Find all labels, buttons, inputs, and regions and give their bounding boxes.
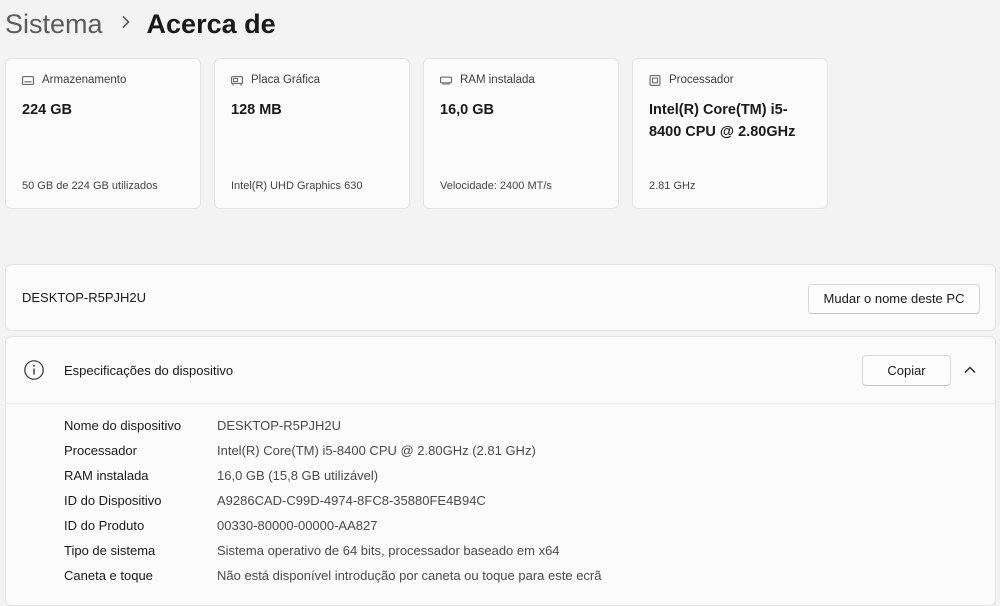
page-title: Acerca de [146,8,276,39]
spec-row-system-type: Tipo de sistema Sistema operativo de 64 … [64,538,601,563]
card-value: 224 GB [22,102,72,118]
rename-pc-button[interactable]: Mudar o nome deste PC [808,284,980,314]
spec-row-pen-touch: Caneta e toque Não está disponível intro… [64,563,601,588]
spec-row-product-id: ID do Produto 00330-80000-00000-AA827 [64,513,601,538]
spec-label: Nome do dispositivo [64,418,182,433]
spec-value: A9286CAD-C99D-4974-8FC8-35880FE4B94C [217,493,486,508]
spec-label: ID do Produto [64,518,145,533]
spec-list: Nome do dispositivo DESKTOP-R5PJH2U Proc… [64,413,601,588]
spec-row-ram: RAM instalada 16,0 GB (15,8 GB utilizáve… [64,463,601,488]
spec-value: Não está disponível introdução por canet… [217,568,602,583]
card-title: Placa Gráfica [251,74,321,86]
summary-cards: Armazenamento 224 GB 50 GB de 224 GB uti… [5,58,828,209]
spec-label: Tipo de sistema [64,543,156,558]
card-subtitle: 2.81 GHz [649,180,696,192]
chevron-right-icon [121,13,131,34]
processor-card: Processador Intel(R) Core(TM) i5-8400 CP… [632,58,828,209]
card-title: Armazenamento [42,74,127,86]
card-title: Processador [669,74,734,86]
device-specifications-header[interactable]: Especificações do dispositivo Copiar [6,337,995,404]
spec-row-device-name: Nome do dispositivo DESKTOP-R5PJH2U [64,413,601,438]
spec-value: Sistema operativo de 64 bits, processado… [217,543,560,558]
spec-label: RAM instalada [64,468,149,483]
breadcrumb: Sistema Acerca de [5,4,276,44]
pc-name: DESKTOP-R5PJH2U [22,290,147,305]
card-value: Intel(R) Core(TM) i5-8400 CPU @ 2.80GHz [649,102,796,140]
storage-card: Armazenamento 224 GB 50 GB de 224 GB uti… [5,58,201,209]
processor-icon [649,74,661,86]
card-subtitle: 50 GB de 224 GB utilizados [22,180,158,192]
card-subtitle: Velocidade: 2400 MT/s [440,180,552,192]
storage-drive-icon [22,75,34,86]
ram-card: RAM instalada 16,0 GB Velocidade: 2400 M… [423,58,619,209]
graphics-card: Placa Gráfica 128 MB Intel(R) UHD Graphi… [214,58,410,209]
spec-label: Processador [64,443,137,458]
spec-value: 00330-80000-00000-AA827 [217,518,378,533]
spec-value: DESKTOP-R5PJH2U [217,418,342,433]
copy-button[interactable]: Copiar [862,355,951,386]
spec-label: ID do Dispositivo [64,493,162,508]
pc-name-row: DESKTOP-R5PJH2U Mudar o nome deste PC [5,264,996,331]
spec-value: 16,0 GB (15,8 GB utilizável) [217,468,379,483]
card-value: 16,0 GB [440,102,494,118]
card-subtitle: Intel(R) UHD Graphics 630 [231,180,363,192]
device-specifications-title: Especificações do dispositivo [64,363,234,378]
device-specifications-panel: Especificações do dispositivo Copiar Nom… [5,336,996,606]
spec-row-processor: Processador Intel(R) Core(TM) i5-8400 CP… [64,438,601,463]
spec-row-device-id: ID do Dispositivo A9286CAD-C99D-4974-8FC… [64,488,601,513]
card-value: 128 MB [231,102,282,118]
chevron-up-icon[interactable] [963,363,977,377]
breadcrumb-parent-sistema[interactable]: Sistema [5,9,103,40]
ram-chip-icon [440,75,452,86]
spec-label: Caneta e toque [64,568,153,583]
info-icon [23,359,45,381]
spec-value: Intel(R) Core(TM) i5-8400 CPU @ 2.80GHz … [217,443,536,458]
card-title: RAM instalada [460,74,535,86]
graphics-card-icon [231,75,243,86]
